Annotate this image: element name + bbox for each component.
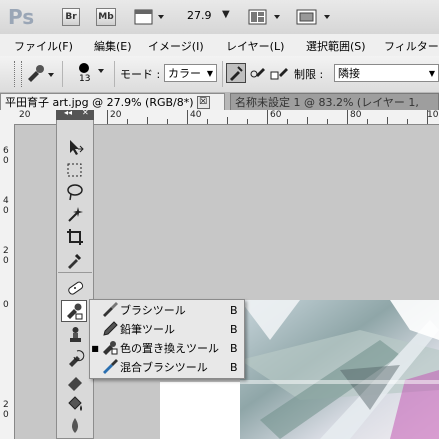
- ruler-number: 0: [3, 256, 9, 266]
- ruler-number: 0: [3, 410, 9, 420]
- limit-value: 隣接: [338, 67, 360, 80]
- eyedropper-continuous-icon: [230, 66, 243, 81]
- view-extras-icon: [134, 9, 164, 25]
- screen-mode-button[interactable]: [296, 8, 334, 29]
- flyout-item-pencil-tool[interactable]: 鉛筆ツール B: [90, 320, 244, 338]
- tab-document-active[interactable]: 平田育子 art.jpg @ 27.9% (RGB/8*) ☒: [0, 93, 225, 110]
- active-bullet-icon: ■: [91, 343, 99, 353]
- magic-wand-tool-icon[interactable]: [63, 203, 87, 225]
- ruler-number: 80: [350, 110, 362, 120]
- ruler-number: 2: [3, 246, 9, 256]
- tab-document-inactive[interactable]: 名称未設定 1 @ 83.2% (レイヤー 1,: [230, 93, 439, 110]
- ruler-number: 0: [3, 300, 9, 310]
- limit-label: 制限 :: [294, 68, 324, 81]
- blur-tool-icon[interactable]: [63, 415, 87, 437]
- ruler-number: 100: [427, 110, 439, 120]
- brush-icon: [100, 301, 120, 320]
- flyout-shortcut: B: [230, 303, 238, 317]
- tab-label: 平田育子 art.jpg @ 27.9% (RGB/8*): [5, 96, 194, 109]
- move-tool-icon[interactable]: [63, 136, 87, 158]
- flyout-shortcut: B: [230, 341, 238, 355]
- lasso-tool-icon[interactable]: [63, 181, 87, 203]
- separator: [62, 61, 63, 87]
- ruler-number: 0: [3, 156, 9, 166]
- zoom-level[interactable]: 27.9: [187, 9, 212, 22]
- screen-mode-icon: [296, 9, 330, 25]
- history-brush-tool-icon[interactable]: [63, 347, 87, 369]
- ruler-number: 60: [270, 110, 282, 120]
- separator: [222, 61, 223, 87]
- tab-label: 名称未設定 1 @ 83.2% (レイヤー 1,: [235, 96, 419, 109]
- sampling-once-button[interactable]: [248, 63, 268, 86]
- clone-stamp-tool-icon[interactable]: [63, 324, 87, 346]
- limit-select[interactable]: 隣接 ▼: [334, 64, 439, 82]
- menu-bar: ファイル(F) 編集(E) イメージ(I) レイヤー(L) 選択範囲(S) フィ…: [0, 34, 439, 57]
- mixer-brush-icon: [100, 358, 120, 377]
- flyout-item-color-replacement-tool[interactable]: ■ 色の置き換えツール B: [90, 339, 244, 357]
- options-bar-grip[interactable]: [14, 61, 22, 87]
- menu-file[interactable]: ファイル(F): [14, 38, 73, 54]
- mode-select[interactable]: カラー ▼: [164, 64, 217, 82]
- menu-layer[interactable]: レイヤー(L): [226, 38, 284, 54]
- chevron-down-icon: ▼: [206, 68, 213, 78]
- document-canvas-white: [160, 382, 240, 439]
- view-extras-dropdown[interactable]: [134, 8, 168, 29]
- mini-bridge-button[interactable]: Mb: [96, 8, 116, 26]
- mode-label: モード :: [120, 68, 161, 81]
- tools-panel-header[interactable]: ◂◂ ✕: [56, 108, 94, 120]
- separator: [114, 61, 115, 87]
- brush-size: 13: [79, 74, 91, 84]
- arrange-documents-button[interactable]: [248, 8, 284, 29]
- ruler-number: 6: [3, 146, 9, 156]
- ruler-number: 0: [3, 206, 9, 216]
- close-icon[interactable]: ✕: [82, 108, 89, 117]
- flyout-item-brush-tool[interactable]: ブラシツール B: [90, 301, 244, 319]
- zoom-dropdown-arrow[interactable]: ▼: [222, 9, 230, 20]
- color-replacement-tool-icon[interactable]: [61, 300, 87, 322]
- vertical-ruler: 6 0 4 0 2 0 0 2 0: [0, 124, 15, 439]
- brush-tools-flyout: ブラシツール B 鉛筆ツール B ■ 色の置き換えツール B 混合ブラシツール …: [89, 299, 245, 379]
- tool-preset-picker[interactable]: [24, 63, 56, 88]
- color-replacement-tool-icon: [28, 65, 54, 82]
- crop-tool-icon[interactable]: [63, 226, 87, 248]
- flyout-label: 色の置き換えツール: [120, 342, 219, 355]
- close-icon[interactable]: ☒: [196, 95, 210, 109]
- flyout-label: 鉛筆ツール: [120, 323, 175, 336]
- menu-select[interactable]: 選択範囲(S): [306, 38, 366, 54]
- eyedropper-tool-icon[interactable]: [63, 249, 87, 271]
- healing-brush-tool-icon[interactable]: [63, 277, 87, 299]
- photoshop-logo: Ps: [8, 5, 35, 29]
- bridge-button[interactable]: Br: [62, 8, 80, 26]
- flyout-label: 混合ブラシツール: [120, 361, 208, 374]
- marquee-tool-icon[interactable]: [63, 159, 87, 181]
- eyedropper-once-icon: [250, 68, 265, 78]
- eyedropper-background-icon: [270, 68, 288, 80]
- color-replacement-icon: [100, 339, 120, 358]
- paint-bucket-tool-icon[interactable]: [63, 393, 87, 415]
- collapse-icon[interactable]: ◂◂: [64, 108, 72, 117]
- menu-image[interactable]: イメージ(I): [148, 38, 204, 54]
- menu-filter[interactable]: フィルター: [384, 38, 439, 54]
- sampling-background-swatch-button[interactable]: [270, 63, 292, 86]
- eraser-tool-icon[interactable]: [63, 370, 87, 392]
- sampling-continuous-button[interactable]: [226, 63, 246, 83]
- flyout-shortcut: B: [230, 322, 238, 336]
- chevron-down-icon: ▼: [428, 68, 435, 78]
- pencil-icon: [100, 320, 120, 339]
- menu-edit[interactable]: 編集(E): [94, 38, 132, 54]
- flyout-item-mixer-brush-tool[interactable]: 混合ブラシツール B: [90, 358, 244, 376]
- ruler-number: 2: [3, 400, 9, 410]
- ruler-number: 40: [190, 110, 202, 120]
- mode-value: カラー: [168, 67, 201, 80]
- artwork-image[interactable]: [240, 300, 439, 439]
- application-bar: Ps Br Mb 27.9 ▼: [0, 0, 439, 34]
- flyout-label: ブラシツール: [120, 304, 186, 317]
- ruler-number: 20: [19, 110, 31, 120]
- separator: [58, 272, 92, 273]
- flyout-shortcut: B: [230, 360, 238, 374]
- ruler-number: 20: [110, 110, 122, 120]
- ruler-number: 4: [3, 196, 9, 206]
- arrange-documents-icon: [248, 9, 280, 25]
